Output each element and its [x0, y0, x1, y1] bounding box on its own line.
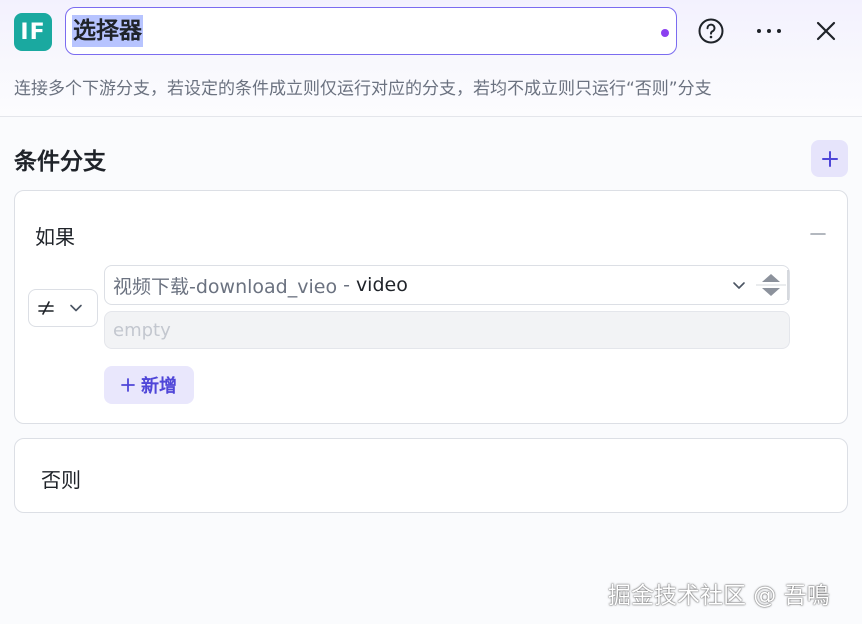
else-branch-label: 否则	[41, 468, 81, 492]
chevron-down-icon	[70, 304, 82, 312]
add-branch-button[interactable]	[811, 140, 848, 177]
node-header: IF 选择器 连接多个下游分支，若设定的条件成立则仅运行对应的分支，若均不成立则…	[0, 0, 862, 117]
help-button[interactable]	[696, 16, 726, 46]
variable-source: 视频下载-download_vieo	[113, 275, 338, 298]
node-title-input[interactable]: 选择器	[65, 7, 677, 55]
stepper-icon[interactable]	[753, 266, 789, 304]
variable-name: video	[355, 274, 408, 296]
watermark: 掘金技术社区 @ 吾鳴	[608, 583, 830, 609]
close-button[interactable]	[811, 16, 841, 46]
plus-icon	[821, 150, 838, 167]
section-title: 条件分支	[14, 149, 106, 175]
if-branch-card: 如果 视频下载-download_vieo - video empty 新增	[14, 190, 848, 424]
add-condition-label: 新增	[141, 376, 177, 397]
edit-indicator-dot	[661, 29, 669, 37]
if-branch-label: 如果	[35, 225, 75, 249]
plus-icon	[121, 378, 135, 392]
operator-select[interactable]	[28, 289, 98, 327]
help-icon	[698, 18, 724, 44]
not-equal-icon	[38, 301, 54, 315]
variable-separator: -	[343, 274, 350, 296]
if-node-icon: IF	[14, 13, 52, 51]
else-branch-card: 否则	[14, 438, 848, 513]
condition-value-input[interactable]	[104, 311, 790, 349]
collapse-branch-button[interactable]	[809, 225, 827, 243]
close-icon	[816, 21, 836, 41]
more-icon	[757, 29, 781, 33]
node-description: 连接多个下游分支，若设定的条件成立则仅运行对应的分支，若均不成立则只运行“否则”…	[14, 79, 712, 99]
chevron-down-icon	[733, 282, 745, 289]
node-title-text[interactable]: 选择器	[72, 15, 143, 47]
add-condition-button[interactable]: 新增	[104, 366, 194, 404]
more-options-button[interactable]	[754, 16, 784, 46]
minus-icon	[810, 233, 826, 235]
variable-select[interactable]: 视频下载-download_vieo - video	[104, 265, 790, 305]
